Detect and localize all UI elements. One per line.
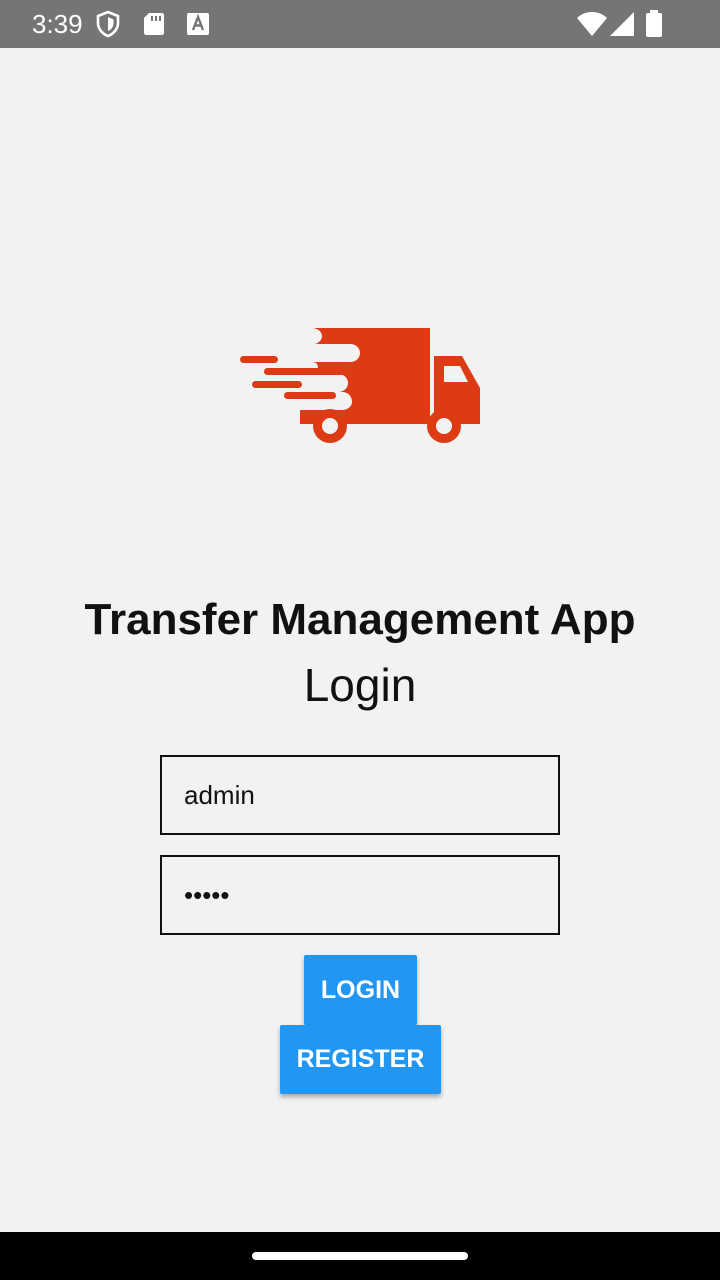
fast-delivery-truck-icon (238, 326, 482, 444)
login-button[interactable]: LOGIN (304, 955, 417, 1025)
home-gesture-handle[interactable] (252, 1252, 468, 1260)
password-input[interactable] (162, 857, 558, 933)
sd-card-icon (140, 10, 168, 38)
navigation-bar (0, 1232, 720, 1280)
username-field[interactable] (160, 755, 560, 835)
login-heading: Login (303, 659, 417, 711)
app-title: Transfer Management App (84, 595, 636, 644)
password-field[interactable] (160, 855, 560, 935)
login-screen: Transfer Management App Login LOGIN REGI… (0, 48, 720, 1232)
wifi-icon (576, 10, 608, 38)
register-button[interactable]: REGISTER (280, 1025, 441, 1094)
battery-icon (642, 10, 666, 38)
shield-icon (94, 10, 122, 38)
font-a-icon (184, 10, 212, 38)
status-bar: 3:39 (0, 0, 720, 48)
username-input[interactable] (162, 757, 558, 833)
signal-icon (608, 10, 636, 38)
status-time: 3:39 (32, 9, 83, 39)
